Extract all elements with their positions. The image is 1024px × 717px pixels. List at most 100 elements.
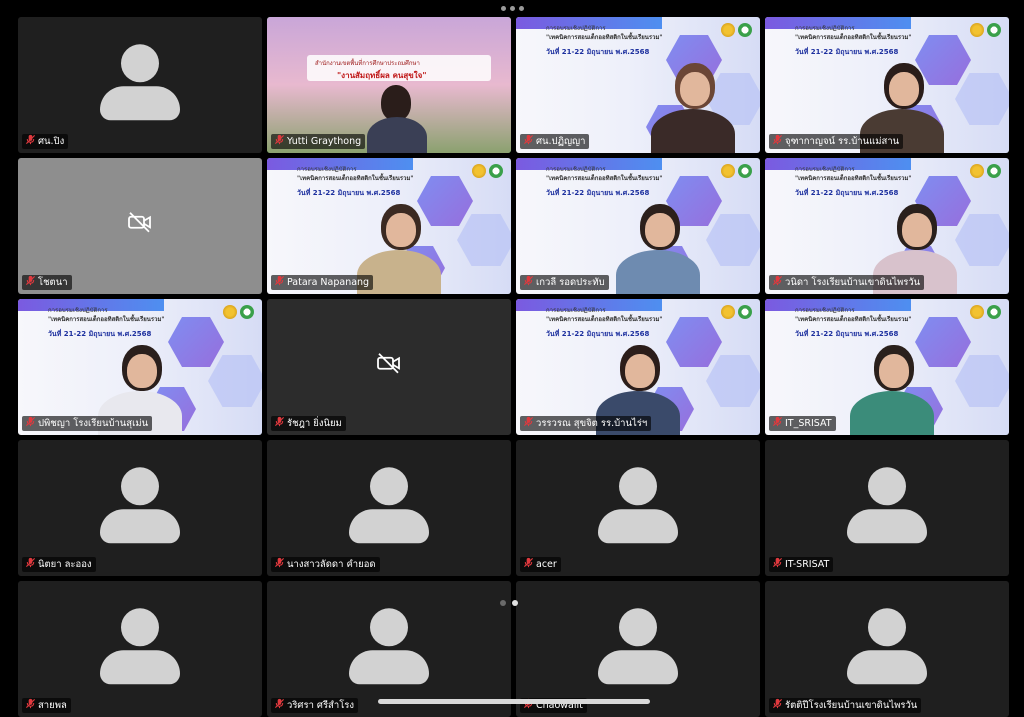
participant-tile[interactable]: รัชฎา ยิ่งนิยม: [267, 299, 511, 435]
participant-name-label: เกวลี รอดประทับ: [520, 275, 609, 290]
participant-name: สายพล: [38, 700, 67, 711]
cross-logo-icon: [987, 305, 1001, 319]
video-feed-virtual-background: การอบรมเชิงปฏิบัติการ "เทคนิคการสอนเด็กออ…: [516, 158, 760, 294]
participant-name: วรรวรณ สุขจิต รร.บ้านไร่ฯ: [536, 418, 648, 429]
video-feed-virtual-background: การอบรมเชิงปฏิบัติการ "เทคนิคการสอนเด็กออ…: [765, 17, 1009, 153]
participant-tile[interactable]: นิตยา ละออง: [18, 440, 262, 576]
organization-logos: [721, 164, 752, 178]
participant-tile[interactable]: สายพล: [18, 581, 262, 717]
organization-logos: [970, 164, 1001, 178]
mic-muted-icon: [772, 134, 783, 149]
camera-off-icon: [126, 210, 154, 238]
mic-muted-icon: [274, 557, 285, 572]
seal-logo-icon: [970, 23, 984, 37]
participant-tile[interactable]: นางสาวลัดดา คำยอด: [267, 440, 511, 576]
participant-tile[interactable]: acer: [516, 440, 760, 576]
participant-name: รัตติปีโรงเรียนบ้านเขาดินไพรวัน: [785, 700, 918, 711]
cross-logo-icon: [987, 23, 1001, 37]
participant-name: ศน.ปิง: [38, 136, 65, 147]
participant-tile[interactable]: โชตนา: [18, 158, 262, 294]
participant-name-label: จุฑากาญจน์ รร.บ้านแม่สาน: [769, 134, 904, 149]
participant-name: นิตยา ละออง: [38, 559, 92, 570]
more-options-dots[interactable]: [501, 6, 524, 11]
slide-title-2: "เทคนิคการสอนเด็กออทิสติกในชั้นเรียนรวม": [546, 175, 663, 182]
video-feed-stage: สำนักงานเขตพื้นที่การศึกษาประถมศึกษา "งาน…: [267, 17, 511, 153]
seal-logo-icon: [970, 305, 984, 319]
camera-off-icon: [375, 351, 403, 379]
home-indicator-bar[interactable]: [378, 699, 650, 704]
avatar-placeholder-icon: [100, 608, 180, 685]
avatar-placeholder-icon: [349, 608, 429, 685]
cross-logo-icon: [738, 164, 752, 178]
mic-muted-icon: [523, 275, 534, 290]
participant-tile[interactable]: รัตติปีโรงเรียนบ้านเขาดินไพรวัน: [765, 581, 1009, 717]
video-feed-virtual-background: การอบรมเชิงปฏิบัติการ "เทคนิคการสอนเด็กออ…: [516, 17, 760, 153]
mic-muted-icon: [523, 416, 534, 431]
participant-name: IT_SRISAT: [785, 418, 832, 429]
participant-name-label: นิตยา ละออง: [22, 557, 96, 572]
page-dot-1[interactable]: [500, 600, 506, 606]
slide-title-2: "เทคนิคการสอนเด็กออทิสติกในชั้นเรียนรวม": [795, 175, 912, 182]
participant-name: วนิดา โรงเรียนบ้านเขาดินไพรวัน: [785, 277, 921, 288]
avatar-placeholder-icon: [598, 608, 678, 685]
participant-tile[interactable]: การอบรมเชิงปฏิบัติการ "เทคนิคการสอนเด็กออ…: [765, 17, 1009, 153]
mic-muted-icon: [772, 275, 783, 290]
avatar-placeholder-icon: [847, 467, 927, 544]
mic-muted-icon: [523, 134, 534, 149]
participant-name-label: IT-SRISAT: [769, 557, 834, 572]
page-indicator[interactable]: [500, 600, 518, 606]
participant-name: จุฑากาญจน์ รร.บ้านแม่สาน: [785, 136, 900, 147]
participant-tile[interactable]: สำนักงานเขตพื้นที่การศึกษาประถมศึกษา "งาน…: [267, 17, 511, 153]
video-feed-virtual-background: การอบรมเชิงปฏิบัติการ "เทคนิคการสอนเด็กออ…: [18, 299, 262, 435]
participant-name: ปพิชญา โรงเรียนบ้านสุเม่น: [38, 418, 149, 429]
seal-logo-icon: [721, 164, 735, 178]
seal-logo-icon: [223, 305, 237, 319]
cross-logo-icon: [987, 164, 1001, 178]
organization-logos: [970, 23, 1001, 37]
organization-logos: [721, 305, 752, 319]
participant-name: ศน.ปฏิญญา: [536, 136, 586, 147]
mic-muted-icon: [274, 416, 285, 431]
avatar-placeholder-icon: [100, 44, 180, 121]
participant-tile[interactable]: การอบรมเชิงปฏิบัติการ "เทคนิคการสอนเด็กออ…: [267, 158, 511, 294]
participant-name-label: นางสาวลัดดา คำยอด: [271, 557, 380, 572]
participant-tile[interactable]: วริศรา ศรีสำโรง: [267, 581, 511, 717]
seal-logo-icon: [721, 305, 735, 319]
participant-name: นางสาวลัดดา คำยอด: [287, 559, 376, 570]
slide-title-2: "เทคนิคการสอนเด็กออทิสติกในชั้นเรียนรวม": [795, 316, 912, 323]
participant-tile[interactable]: IT-SRISAT: [765, 440, 1009, 576]
participant-name: รัชฎา ยิ่งนิยม: [287, 418, 342, 429]
participant-tile[interactable]: การอบรมเชิงปฏิบัติการ "เทคนิคการสอนเด็กออ…: [765, 299, 1009, 435]
participant-grid: ศน.ปิง สำนักงานเขตพื้นที่การศึกษาประถมศึก…: [18, 17, 1009, 717]
participant-person: [850, 339, 934, 435]
participant-tile[interactable]: การอบรมเชิงปฏิบัติการ "เทคนิคการสอนเด็กออ…: [516, 299, 760, 435]
participant-name: Yutti Graythong: [287, 136, 362, 147]
participant-tile[interactable]: การอบรมเชิงปฏิบัติการ "เทคนิคการสอนเด็กออ…: [516, 17, 760, 153]
organization-logos: [970, 305, 1001, 319]
organization-logos: [721, 23, 752, 37]
mic-muted-icon: [274, 275, 285, 290]
participant-name-label: โชตนา: [22, 275, 72, 290]
video-feed-virtual-background: การอบรมเชิงปฏิบัติการ "เทคนิคการสอนเด็กออ…: [516, 299, 760, 435]
participant-name-label: รัชฎา ยิ่งนิยม: [271, 416, 346, 431]
slide-title-2: "เทคนิคการสอนเด็กออทิสติกในชั้นเรียนรวม": [546, 34, 663, 41]
organization-logos: [472, 164, 503, 178]
mic-muted-icon: [772, 557, 783, 572]
page-dot-2[interactable]: [512, 600, 518, 606]
participant-name-label: Patara Napanang: [271, 275, 374, 290]
slide-title-2: "เทคนิคการสอนเด็กออทิสติกในชั้นเรียนรวม": [297, 175, 414, 182]
participant-tile[interactable]: Chaowalit: [516, 581, 760, 717]
participant-tile[interactable]: การอบรมเชิงปฏิบัติการ "เทคนิคการสอนเด็กออ…: [18, 299, 262, 435]
mic-muted-icon: [25, 416, 36, 431]
seal-logo-icon: [721, 23, 735, 37]
mic-muted-icon: [25, 557, 36, 572]
participant-tile[interactable]: การอบรมเชิงปฏิบัติการ "เทคนิคการสอนเด็กออ…: [516, 158, 760, 294]
participant-name-label: ศน.ปฏิญญา: [520, 134, 590, 149]
participant-tile[interactable]: ศน.ปิง: [18, 17, 262, 153]
avatar-placeholder-icon: [349, 467, 429, 544]
participant-name-label: ปพิชญา โรงเรียนบ้านสุเม่น: [22, 416, 153, 431]
participant-tile[interactable]: การอบรมเชิงปฏิบัติการ "เทคนิคการสอนเด็กออ…: [765, 158, 1009, 294]
cross-logo-icon: [489, 164, 503, 178]
video-feed-virtual-background: การอบรมเชิงปฏิบัติการ "เทคนิคการสอนเด็กออ…: [267, 158, 511, 294]
participant-name-label: acer: [520, 557, 561, 572]
